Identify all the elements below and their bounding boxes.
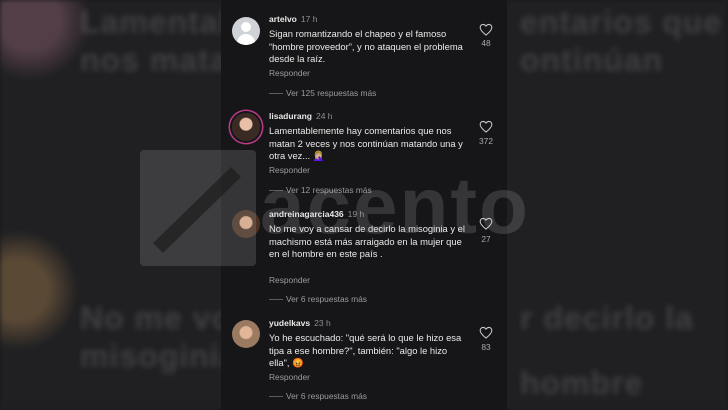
comment-username[interactable]: artelvo xyxy=(269,14,297,24)
blurred-background-text: r decirlo la xyxy=(520,300,694,336)
divider-line xyxy=(269,93,283,95)
comment-meta: andreinagarcia436 19 h xyxy=(269,209,364,219)
comment-meta: artelvo 17 h xyxy=(269,14,317,24)
like-count: 372 xyxy=(479,136,493,146)
comment-username[interactable]: andreinagarcia436 xyxy=(269,209,344,219)
like-button[interactable] xyxy=(479,23,493,36)
profile-photo[interactable] xyxy=(232,320,260,348)
comment-username[interactable]: yudelkavs xyxy=(269,318,310,328)
comment-meta: yudelkavs 23 h xyxy=(269,318,331,328)
comment-text: Sigan romantizando el chapeo y el famoso… xyxy=(269,28,463,65)
reply-button[interactable]: Responder xyxy=(269,68,310,78)
like-button[interactable] xyxy=(479,326,493,339)
comments-panel: artelvo 17 h Sigan romantizando el chapeo… xyxy=(221,0,507,410)
view-more-replies-label: Ver 12 respuestas más xyxy=(286,185,372,195)
view-more-replies-label: Ver 6 respuestas más xyxy=(286,391,367,401)
profile-photo[interactable] xyxy=(232,210,260,238)
heart-icon xyxy=(479,217,493,230)
view-more-replies-label: Ver 6 respuestas más xyxy=(286,294,367,304)
comment-time: 24 h xyxy=(315,111,333,121)
heart-icon xyxy=(479,23,493,36)
comment-username[interactable]: lisadurang xyxy=(269,111,312,121)
comment-time: 19 h xyxy=(347,209,365,219)
view-more-replies-label: Ver 125 respuestas más xyxy=(286,88,377,98)
blurred-background-text: misoginia xyxy=(80,338,239,374)
blurred-background-text: entarios que xyxy=(520,4,723,40)
comment-text: No me voy a cansar de decirlo la misogin… xyxy=(269,223,465,260)
comment-text: Lamentablemente hay comentarios que nos … xyxy=(269,125,463,162)
comment-text: Yo he escuchado: "qué será lo que le hiz… xyxy=(269,332,462,369)
heart-icon xyxy=(479,120,493,133)
divider-line xyxy=(269,396,283,398)
like-count: 48 xyxy=(481,38,491,48)
like-count: 83 xyxy=(481,342,491,352)
comment-meta: lisadurang 24 h xyxy=(269,111,333,121)
reply-button[interactable]: Responder xyxy=(269,372,310,382)
like-count: 27 xyxy=(481,234,491,244)
blurred-background-text: ontinúan xyxy=(520,42,664,78)
like-button[interactable] xyxy=(479,120,493,133)
reply-button[interactable]: Responder xyxy=(269,165,310,175)
blurred-background-text: hombre xyxy=(520,365,644,401)
divider-line xyxy=(269,299,283,301)
comment-time: 23 h xyxy=(314,318,331,328)
like-button[interactable] xyxy=(479,217,493,230)
profile-photo[interactable] xyxy=(232,113,260,141)
view-more-replies[interactable]: Ver 6 respuestas más xyxy=(269,294,367,304)
heart-icon xyxy=(479,326,493,339)
view-more-replies[interactable]: Ver 12 respuestas más xyxy=(269,185,372,195)
divider-line xyxy=(269,190,283,192)
view-more-replies[interactable]: Ver 125 respuestas más xyxy=(269,88,376,98)
reply-button[interactable]: Responder xyxy=(269,275,310,285)
view-more-replies[interactable]: Ver 6 respuestas más xyxy=(269,391,367,401)
comment-time: 17 h xyxy=(300,14,318,24)
default-avatar-icon[interactable] xyxy=(232,17,260,45)
